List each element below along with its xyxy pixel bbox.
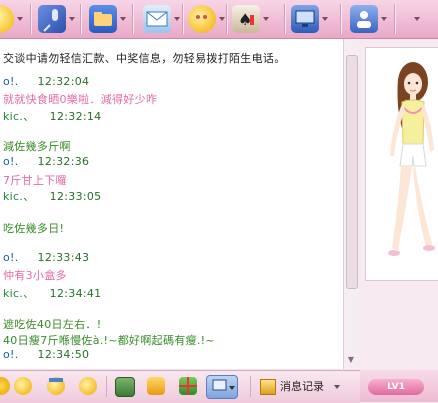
gift-icon[interactable]	[179, 377, 197, 395]
message-text: 40日瘦7斤喺慢佐à.!~都好啊起碼有瘦.!~	[3, 334, 215, 347]
message-text: 7斤甘上下囉	[3, 174, 67, 187]
sender-name[interactable]: kic.、	[3, 190, 34, 203]
toolbar-divider	[250, 376, 251, 397]
smiley-icon[interactable]	[0, 5, 14, 33]
message-text: 遮吃佐40日左右．!	[3, 318, 102, 331]
toolbar-divider	[394, 4, 396, 34]
chevron-down-icon[interactable]	[17, 17, 23, 21]
sender-name[interactable]: kic.、	[3, 287, 34, 300]
sender-name[interactable]: o!.	[3, 348, 19, 361]
sender-name[interactable]: kic.、	[3, 110, 34, 123]
chevron-down-icon[interactable]	[69, 17, 75, 21]
chat-scrollbar[interactable]: ▼	[343, 39, 359, 369]
message-time: 12:32:36	[37, 155, 90, 168]
toolbar-divider	[340, 4, 342, 34]
user-info-icon[interactable]	[350, 5, 378, 33]
monitor-icon[interactable]	[291, 5, 319, 33]
message-history-button[interactable]: 消息记录	[258, 377, 340, 397]
message-header: kic.、 12:33:05	[3, 188, 101, 204]
chevron-down-icon[interactable]	[414, 17, 420, 21]
sender-name[interactable]: o!.	[3, 251, 19, 264]
chevron-down-icon[interactable]	[322, 17, 328, 21]
message-time: 12:32:04	[37, 75, 90, 88]
message-header: o!. 12:32:36	[3, 155, 89, 168]
chevron-down-icon[interactable]	[219, 17, 225, 21]
message-time: 12:32:14	[49, 110, 102, 123]
toolbar-divider	[30, 4, 32, 34]
message-header: o!. 12:33:43	[3, 251, 89, 264]
font-icon[interactable]	[0, 377, 10, 395]
toolbar-divider	[132, 4, 134, 34]
message-text: 就就快食晒0樂啦．減得好少咋	[3, 93, 158, 106]
chevron-down-icon[interactable]	[334, 385, 340, 389]
message-header: o!. 12:32:04	[3, 75, 89, 88]
history-label: 消息记录	[280, 380, 324, 393]
message-text: 仲有3小盒多	[3, 269, 67, 282]
sender-name[interactable]: o!.	[3, 75, 19, 88]
wink-icon[interactable]	[79, 377, 97, 395]
toolbar-divider	[284, 4, 286, 34]
toolbar-divider	[182, 4, 184, 34]
chat-bubble-icon[interactable]	[188, 5, 216, 33]
avatar-panel	[359, 39, 438, 369]
chevron-down-icon[interactable]	[120, 17, 126, 21]
message-header: o!. 12:34:50	[3, 348, 89, 361]
paste-icon[interactable]	[147, 377, 165, 395]
avatar-show[interactable]	[365, 47, 438, 281]
avatar-figure	[388, 62, 435, 256]
chevron-down-icon[interactable]	[174, 17, 180, 21]
toolbar-divider	[106, 376, 107, 397]
level-badge[interactable]: LV1	[368, 379, 424, 395]
mail-icon[interactable]	[143, 5, 171, 33]
safety-notice: 交谈中请勿轻信汇款、中奖信息，勿轻易拨打陌生电话。	[3, 52, 286, 65]
message-time: 12:33:05	[49, 190, 102, 203]
screenshot-icon[interactable]	[206, 375, 238, 399]
message-text: 減佐幾多斤啊	[3, 140, 71, 153]
scroll-thumb[interactable]	[346, 55, 358, 289]
message-time: 12:33:43	[37, 251, 90, 264]
level-area: LV1	[360, 370, 438, 402]
folder-icon[interactable]	[89, 5, 117, 33]
sender-name[interactable]: o!.	[3, 155, 19, 168]
history-icon	[260, 379, 276, 395]
message-time: 12:34:50	[37, 348, 90, 361]
message-header: kic.、 12:32:14	[3, 108, 101, 124]
top-toolbar: ♠	[0, 0, 438, 39]
message-header: kic.、 12:34:41	[3, 285, 101, 301]
microphone-icon[interactable]	[38, 5, 66, 33]
chat-transcript[interactable]: 交谈中请勿轻信汇款、中奖信息，勿轻易拨打陌生电话。 o!. 12:32:04 就…	[0, 39, 344, 369]
magic-face-icon[interactable]	[47, 377, 65, 395]
input-toolbar: 消息记录	[0, 370, 360, 403]
chevron-down-icon[interactable]	[263, 17, 269, 21]
message-time: 12:34:41	[49, 287, 102, 300]
emoticon-icon[interactable]	[14, 377, 32, 395]
games-icon[interactable]: ♠	[232, 5, 260, 33]
toolbar-divider	[226, 4, 228, 34]
message-text: 吃佐幾多日!	[3, 222, 65, 235]
picture-icon[interactable]	[115, 377, 135, 397]
chevron-down-icon[interactable]	[381, 17, 387, 21]
toolbar-divider	[80, 4, 82, 34]
scroll-down-arrow-icon[interactable]: ▼	[346, 355, 356, 365]
